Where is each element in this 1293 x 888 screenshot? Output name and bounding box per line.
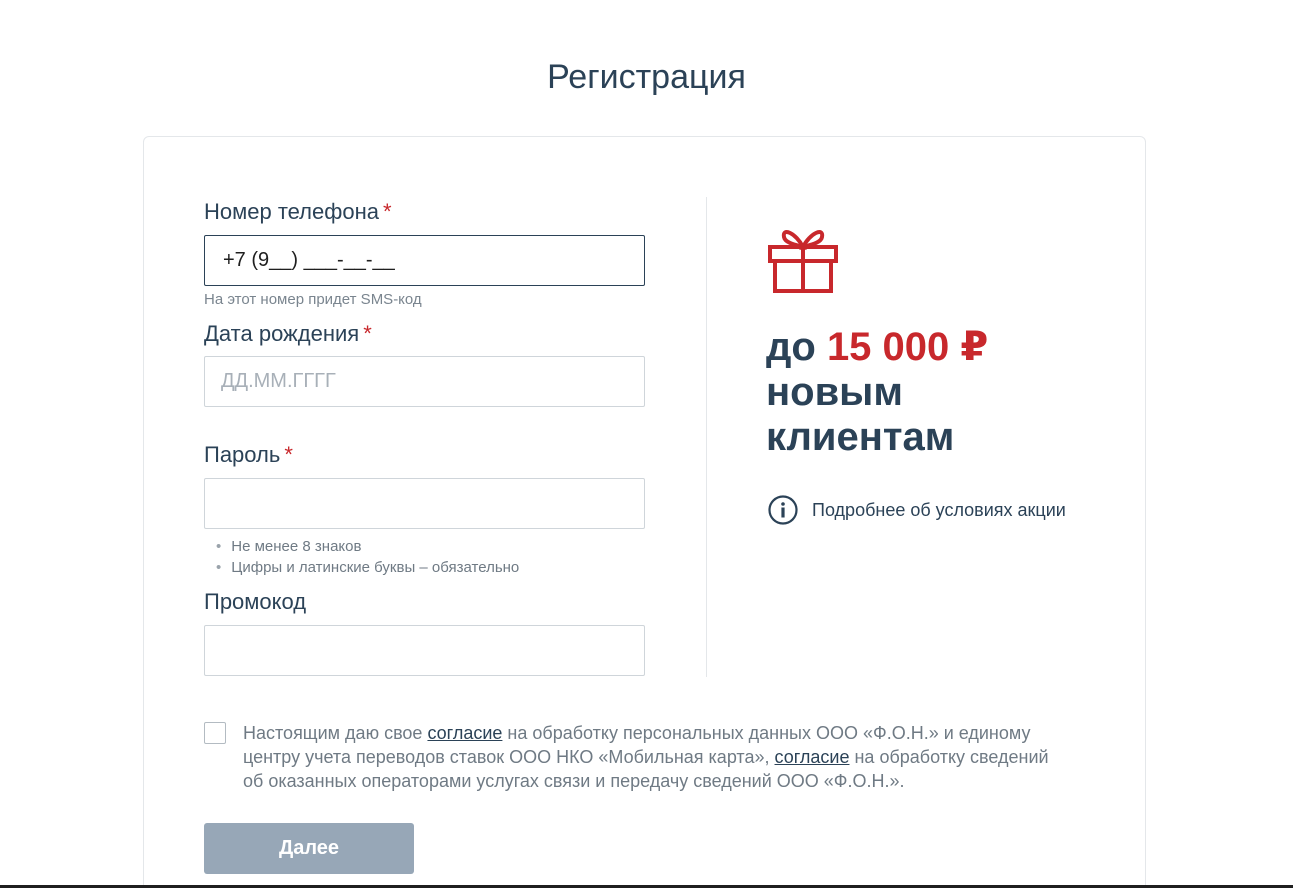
password-label: Пароль * (204, 442, 293, 468)
promo-line1: до 15 000 ₽ (766, 325, 988, 370)
registration-card: Номер телефона * +7 (9__) ___-__-__ На эт… (143, 136, 1146, 888)
required-mark: * (363, 321, 372, 346)
required-mark: * (284, 442, 293, 467)
password-rules: Не менее 8 знаков Цифры и латинские букв… (216, 536, 519, 578)
phone-label-text: Номер телефона (204, 199, 379, 224)
gift-icon (768, 230, 838, 293)
birthdate-label-text: Дата рождения (204, 321, 360, 346)
consent-text: Настоящим даю свое согласие на обработку… (243, 721, 1064, 793)
page-title: Регистрация (547, 58, 746, 96)
phone-hint: На этот номер придет SMS-код (204, 291, 422, 308)
consent-link-telecom-data[interactable]: согласие (775, 747, 850, 767)
column-divider (706, 197, 707, 677)
consent-link-personal-data[interactable]: согласие (427, 723, 502, 743)
birthdate-label: Дата рождения * (204, 321, 372, 347)
password-label-text: Пароль (204, 442, 281, 467)
consent-text-part: Настоящим даю свое (243, 723, 428, 743)
password-rule: Цифры и латинские буквы – обязательно (216, 557, 519, 578)
consent-block: Настоящим даю свое согласие на обработку… (204, 721, 1064, 793)
promo-line2: новым (766, 370, 903, 414)
password-input[interactable] (204, 478, 645, 529)
consent-checkbox[interactable] (204, 722, 226, 744)
next-button[interactable]: Далее (204, 823, 414, 874)
registration-page: Регистрация Номер телефона * +7 (9__) ___… (0, 0, 1293, 888)
password-rule: Не менее 8 знаков (216, 536, 519, 557)
promocode-input[interactable] (204, 625, 645, 676)
promo-terms-text: Подробнее об условиях акции (812, 499, 1066, 520)
promo-amount: 15 000 ₽ (826, 325, 989, 369)
promo-headline: до 15 000 ₽ новым клиентам (766, 325, 988, 460)
required-mark: * (382, 199, 392, 224)
promo-prefix: до (766, 325, 827, 369)
promocode-label: Промокод (204, 589, 307, 614)
phone-label: Номер телефона * (204, 199, 392, 225)
promo-terms-link[interactable]: Подробнее об условиях акции (768, 495, 1066, 525)
promo-line3: клиентам (766, 415, 955, 459)
phone-input[interactable]: +7 (9__) ___-__-__ (204, 235, 645, 286)
birthdate-input[interactable] (204, 356, 645, 407)
info-icon (768, 495, 798, 525)
